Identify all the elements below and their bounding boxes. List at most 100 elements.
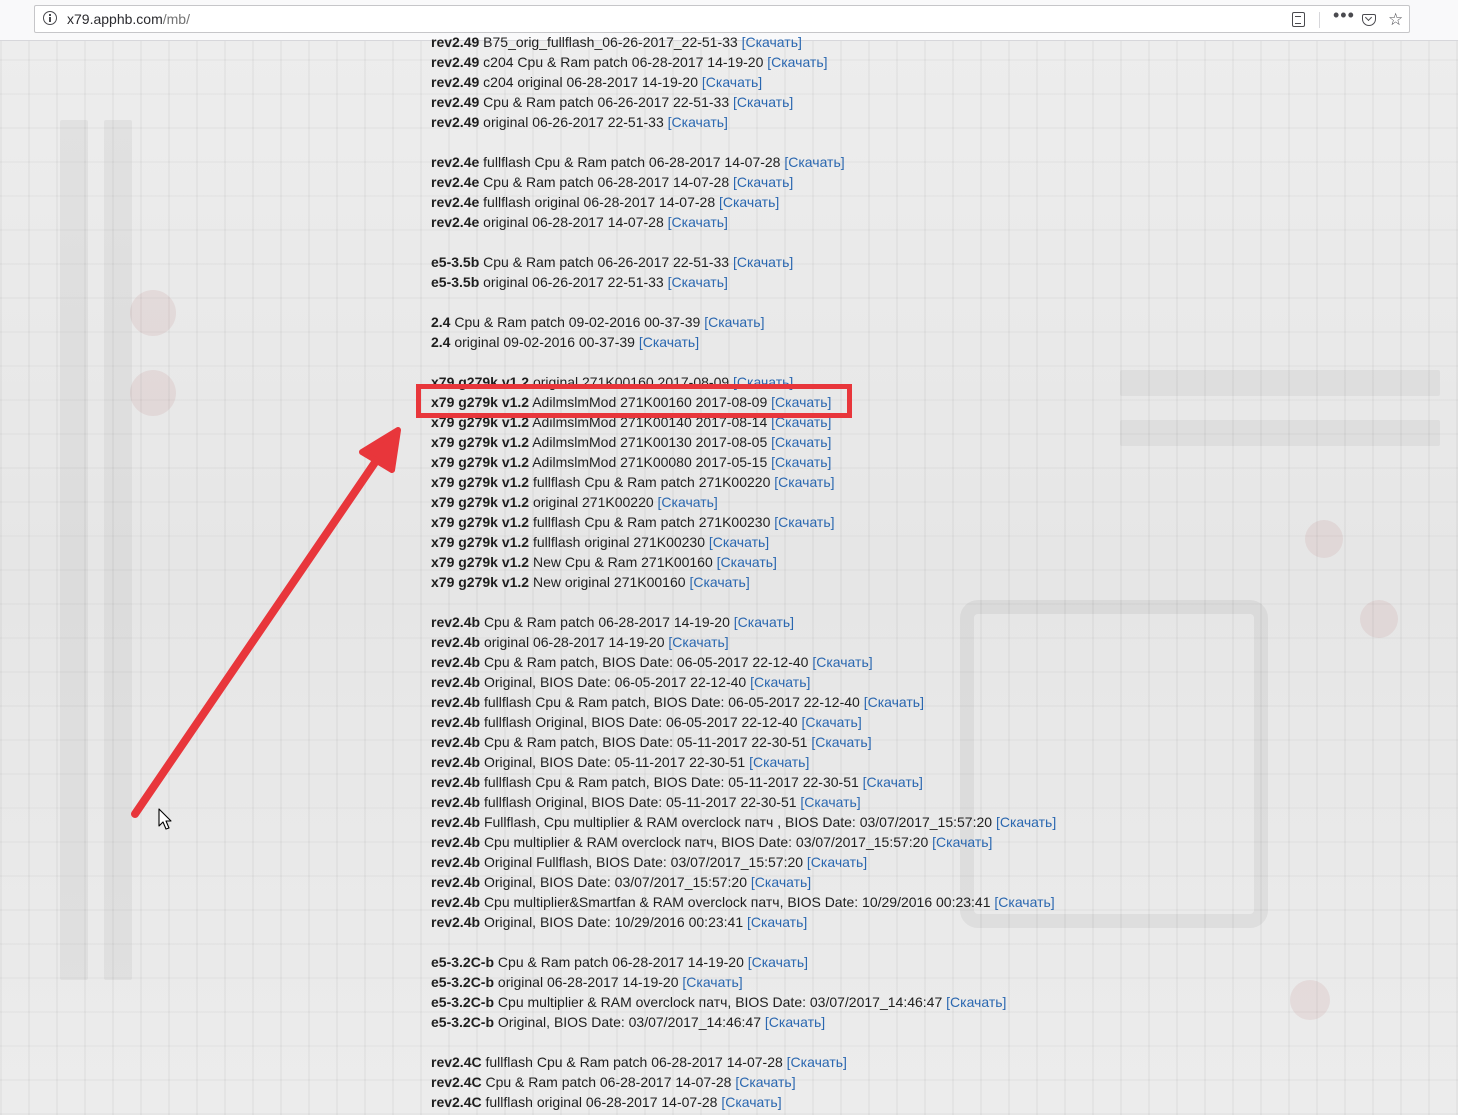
entry-description: Cpu & Ram patch 06-28-2017 14-19-20 (483, 614, 730, 630)
download-link[interactable]: [Скачать] (745, 754, 809, 770)
bios-entry: rev2.4b Original, BIOS Date: 06-05-2017 … (431, 672, 1131, 692)
info-icon[interactable] (43, 11, 57, 25)
bios-entry: rev2.4b fullflash Cpu & Ram patch, BIOS … (431, 692, 1131, 712)
address-bar[interactable]: x79.apphb.com/mb/ ••• ☆ (34, 5, 1410, 33)
download-link[interactable]: [Скачать] (767, 434, 831, 450)
download-link[interactable]: [Скачать] (808, 654, 872, 670)
download-link[interactable]: [Скачать] (859, 774, 923, 790)
download-link[interactable]: [Скачать] (747, 874, 811, 890)
version-label: x79 g279k v1.2 (431, 474, 530, 490)
download-link[interactable]: [Скачать] (664, 214, 728, 230)
highlight-box (416, 384, 852, 418)
download-link[interactable]: [Скачать] (763, 54, 827, 70)
download-link[interactable]: [Скачать] (780, 154, 844, 170)
entry-description: original 06-28-2017 14-19-20 (483, 634, 665, 650)
download-link[interactable]: [Скачать] (807, 734, 871, 750)
version-label: rev2.4e (431, 214, 480, 230)
bios-entry: rev2.4b fullflash Cpu & Ram patch, BIOS … (431, 772, 1131, 792)
download-link[interactable]: [Скачать] (783, 1054, 847, 1070)
url-text[interactable]: x79.apphb.com/mb/ (67, 11, 190, 27)
download-link[interactable]: [Скачать] (679, 974, 742, 990)
download-link[interactable]: [Скачать] (729, 94, 793, 110)
download-link[interactable]: [Скачать] (860, 694, 924, 710)
version-label: 2.4 (431, 334, 451, 350)
download-link[interactable]: [Скачать] (743, 914, 807, 930)
download-link[interactable]: [Скачать] (730, 614, 794, 630)
bios-entry: e5-3.2C-b Original, BIOS Date: 03/07/201… (431, 1012, 1131, 1032)
download-link[interactable]: [Скачать] (717, 1094, 781, 1110)
version-label: rev2.49 (431, 114, 480, 130)
download-link[interactable]: [Скачать] (729, 174, 793, 190)
download-link[interactable]: [Скачать] (713, 554, 777, 570)
version-label: x79 g279k v1.2 (431, 434, 530, 450)
version-label: rev2.4e (431, 174, 480, 190)
download-link[interactable]: [Скачать] (705, 534, 769, 550)
download-link[interactable]: [Скачать] (686, 574, 749, 590)
version-label: x79 g279k v1.2 (431, 534, 530, 550)
entry-description: New Cpu & Ram 271K00160 (532, 554, 713, 570)
bookmark-star-icon[interactable]: ☆ (1388, 11, 1404, 28)
url-host: x79.apphb.com (67, 11, 163, 27)
entry-description: original 06-28-2017 14-07-28 (483, 214, 664, 230)
download-link[interactable]: [Скачать] (928, 834, 992, 850)
version-label: rev2.49 (431, 94, 480, 110)
version-label: rev2.4b (431, 634, 481, 650)
download-link[interactable]: [Скачать] (770, 514, 834, 530)
version-label: rev2.4b (431, 654, 481, 670)
download-link[interactable]: [Скачать] (746, 674, 810, 690)
background-capacitor (130, 290, 176, 336)
download-link[interactable]: [Скачать] (635, 334, 699, 350)
download-link[interactable]: [Скачать] (700, 314, 764, 330)
version-label: e5-3.2C-b (431, 1014, 495, 1030)
entry-description: c204 Cpu & Ram patch 06-28-2017 14-19-20 (483, 54, 764, 70)
pocket-icon[interactable] (1362, 14, 1376, 26)
entry-description: fullflash original 06-28-2017 14-07-28 (485, 1094, 718, 1110)
version-label: rev2.4b (431, 714, 481, 730)
entry-description: Cpu multiplier&Smartfan & RAM overclock … (483, 894, 991, 910)
bios-entry: rev2.49 Cpu & Ram patch 06-26-2017 22-51… (431, 92, 1131, 112)
entry-description: AdilmslmMod 271K00080 2017-05-15 (532, 454, 768, 470)
download-link[interactable]: [Скачать] (761, 1014, 825, 1030)
download-link[interactable]: [Скачать] (654, 494, 718, 510)
download-link[interactable]: [Скачать] (664, 274, 728, 290)
entry-description: Cpu & Ram patch, BIOS Date: 05-11-2017 2… (483, 734, 808, 750)
bios-entry: rev2.4b Cpu & Ram patch 06-28-2017 14-19… (431, 612, 1131, 632)
entry-description: Fullflash, Cpu multiplier & RAM overcloc… (483, 814, 993, 830)
download-link[interactable]: [Скачать] (715, 194, 779, 210)
bios-entry: x79 g279k v1.2 fullflash original 271K00… (431, 532, 1131, 552)
bios-entry: rev2.4b Fullflash, Cpu multiplier & RAM … (431, 812, 1131, 832)
background-slot (104, 120, 132, 980)
entry-description: fullflash Original, BIOS Date: 05-11-201… (483, 794, 797, 810)
background-capacitor (1305, 520, 1343, 558)
bios-entry: x79 g279k v1.2 fullflash Cpu & Ram patch… (431, 512, 1131, 532)
download-link[interactable]: [Скачать] (731, 1074, 795, 1090)
version-label: rev2.49 (431, 54, 480, 70)
more-actions-icon[interactable]: ••• (1333, 6, 1354, 26)
download-link[interactable]: [Скачать] (991, 894, 1054, 910)
download-link[interactable]: [Скачать] (665, 634, 728, 650)
download-link[interactable]: [Скачать] (744, 954, 808, 970)
bios-entry: rev2.4b Cpu & Ram patch, BIOS Date: 05-1… (431, 732, 1131, 752)
download-link[interactable]: [Скачать] (797, 794, 860, 810)
entry-description: original 06-26-2017 22-51-33 (483, 274, 664, 290)
version-label: e5-3.2C-b (431, 994, 495, 1010)
download-link[interactable]: [Скачать] (664, 114, 728, 130)
reader-view-icon[interactable] (1292, 12, 1305, 27)
download-link[interactable]: [Скачать] (738, 34, 802, 50)
entry-description: fullflash Cpu & Ram patch, BIOS Date: 05… (483, 774, 859, 790)
download-link[interactable]: [Скачать] (770, 474, 834, 490)
bios-entry: rev2.4b fullflash Original, BIOS Date: 0… (431, 712, 1131, 732)
toolbar-separator (1319, 12, 1320, 28)
entry-description: original 09-02-2016 00-37-39 (454, 334, 635, 350)
download-link[interactable]: [Скачать] (698, 74, 762, 90)
entry-description: fullflash Cpu & Ram patch 271K00220 (532, 474, 771, 490)
download-link[interactable]: [Скачать] (803, 854, 867, 870)
download-link[interactable]: [Скачать] (767, 454, 831, 470)
download-link[interactable]: [Скачать] (729, 254, 793, 270)
entry-description: Original, BIOS Date: 05-11-2017 22-30-51 (483, 754, 746, 770)
download-link[interactable]: [Скачать] (798, 714, 861, 730)
download-link[interactable]: [Скачать] (992, 814, 1056, 830)
version-group: e5-3.5b Cpu & Ram patch 06-26-2017 22-51… (431, 252, 1131, 292)
entry-description: Cpu multiplier & RAM overclock патч, BIO… (483, 834, 929, 850)
download-link[interactable]: [Скачать] (942, 994, 1006, 1010)
